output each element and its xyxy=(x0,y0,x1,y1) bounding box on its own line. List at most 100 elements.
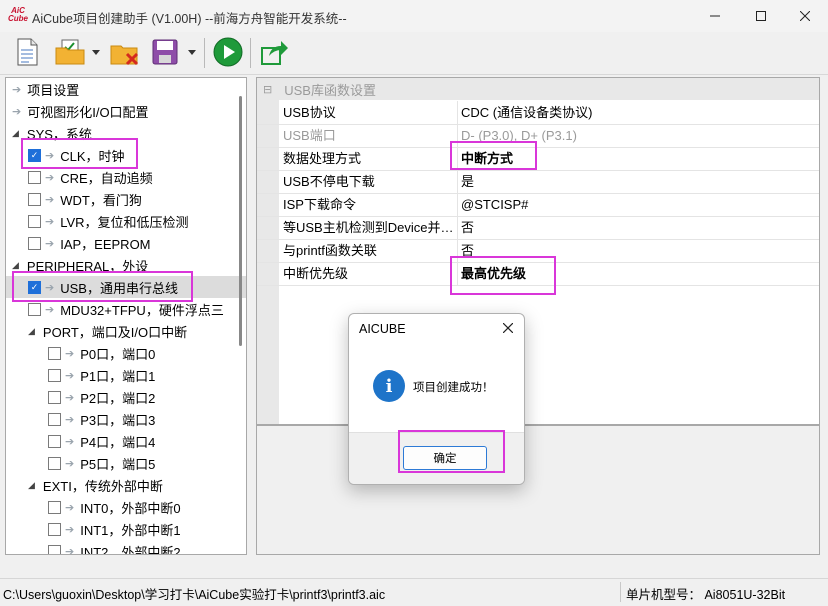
toolbar xyxy=(0,32,828,75)
close-icon xyxy=(503,323,513,333)
tree-item-label: WDT，看门狗 xyxy=(60,192,142,208)
property-name: 数据处理方式 xyxy=(279,147,458,170)
arrow-icon: ➔ xyxy=(45,237,55,250)
property-name: USB协议 xyxy=(279,101,458,124)
property-row[interactable]: 等USB主机检测到Device并… 否 xyxy=(257,216,819,240)
property-name: 中断优先级 xyxy=(279,262,458,285)
tree-item[interactable]: ➔ 项目设置 xyxy=(6,78,240,100)
info-icon: i xyxy=(373,370,405,402)
tree-scroll-thumb[interactable] xyxy=(239,96,242,346)
property-row[interactable]: USB协议 CDC (通信设备类协议) xyxy=(257,101,819,125)
arrow-icon: ➔ xyxy=(65,435,75,448)
arrow-icon: ➔ xyxy=(65,545,75,555)
close-project-icon xyxy=(110,45,139,66)
tree-item[interactable]: ➔ CRE，自动追频 xyxy=(6,166,246,188)
checkbox[interactable] xyxy=(28,302,41,316)
tree-item-label: P1口，端口1 xyxy=(80,368,156,384)
checkbox[interactable] xyxy=(48,412,61,426)
status-divider xyxy=(620,582,621,602)
tree-item[interactable]: ➔ P2口，端口2 xyxy=(6,386,246,408)
checkbox[interactable] xyxy=(48,346,61,360)
tree-item[interactable]: ➔ P4口，端口4 xyxy=(6,430,246,452)
new-project-button[interactable] xyxy=(10,36,44,68)
dialog-message: 项目创建成功！ xyxy=(413,382,494,394)
chevron-down-icon xyxy=(188,49,196,55)
property-name: USB不停电下载 xyxy=(279,170,458,193)
property-value[interactable]: 否 xyxy=(457,216,474,239)
save-icon xyxy=(152,39,178,65)
property-value[interactable]: CDC (通信设备类协议) xyxy=(457,101,592,124)
tree-item[interactable]: ➔ P3口，端口3 xyxy=(6,408,246,430)
checkbox[interactable] xyxy=(48,390,61,404)
property-row[interactable]: ISP下载命令 @STCISP# xyxy=(257,193,819,217)
property-row[interactable]: USB端口 D- (P3.0), D+ (P3.1) xyxy=(257,124,819,148)
property-group-header[interactable]: ⊟ USB库函数设置 xyxy=(257,78,819,100)
tree-item-label: P3口，端口3 xyxy=(80,412,156,428)
run-button[interactable] xyxy=(210,36,246,68)
tree-item[interactable]: ➔ INT2，外部中断2 xyxy=(6,540,246,555)
checkbox[interactable] xyxy=(48,522,61,536)
arrow-icon: ➔ xyxy=(65,413,75,426)
checkbox[interactable] xyxy=(48,500,61,514)
property-name: ISP下载命令 xyxy=(279,193,458,216)
property-group-title: USB库函数设置 xyxy=(284,82,376,98)
property-row[interactable]: 数据处理方式 中断方式 xyxy=(257,147,819,171)
checkbox[interactable] xyxy=(28,214,41,228)
mcu-model: 单片机型号： Ai8051U-32Bit xyxy=(626,588,786,602)
arrow-icon: ➔ xyxy=(65,347,75,360)
export-button[interactable] xyxy=(256,36,292,68)
close-window-button[interactable] xyxy=(782,0,828,32)
arrow-icon: ➔ xyxy=(65,391,75,404)
status-bar: C:\Users\guoxin\Desktop\学习打卡\AiCube实验打卡\… xyxy=(0,578,828,606)
maximize-button[interactable] xyxy=(738,0,784,32)
expand-icon[interactable]: ◢ xyxy=(28,480,35,491)
checkbox[interactable] xyxy=(28,170,41,184)
tree-item[interactable]: ➔ LVR，复位和低压检测 xyxy=(6,210,246,232)
app-logo: AiC Cube xyxy=(8,6,28,23)
highlight-box xyxy=(21,138,138,169)
save-button[interactable] xyxy=(148,36,182,68)
property-value[interactable]: @STCISP# xyxy=(457,193,528,216)
checkbox[interactable] xyxy=(48,456,61,470)
new-document-icon xyxy=(17,38,38,66)
property-value[interactable]: 是 xyxy=(457,170,474,193)
highlight-box xyxy=(450,141,537,170)
tree-item-label: P0口，端口0 xyxy=(80,346,156,362)
tree-item[interactable]: ➔ IAP，EEPROM xyxy=(6,232,246,254)
close-project-button[interactable] xyxy=(108,36,142,68)
tree-item[interactable]: ➔ P0口，端口0 xyxy=(6,342,246,364)
tree-item[interactable]: ➔ 可视图形化I/O口配置 xyxy=(6,100,240,122)
arrow-icon: ➔ xyxy=(12,105,22,118)
checkbox[interactable] xyxy=(48,368,61,382)
tree-item[interactable]: ➔ P1口，端口1 xyxy=(6,364,246,386)
checkbox[interactable] xyxy=(48,434,61,448)
arrow-icon: ➔ xyxy=(45,193,55,206)
minimize-button[interactable] xyxy=(692,0,738,32)
tree-item[interactable]: ◢ EXTI，传统外部中断 xyxy=(6,474,246,496)
tree-item-label: PORT，端口及I/O口中断 xyxy=(42,324,188,340)
checkbox[interactable] xyxy=(48,544,61,554)
maximize-icon xyxy=(756,11,766,21)
tree-item[interactable]: ➔ P5口，端口5 xyxy=(6,452,246,474)
tree-item-label: 项目设置 xyxy=(27,82,80,98)
highlight-box xyxy=(398,430,505,473)
tree-item[interactable]: ◢ PORT，端口及I/O口中断 xyxy=(6,320,246,342)
chevron-down-icon xyxy=(92,49,100,55)
save-dropdown-button[interactable] xyxy=(186,36,198,68)
tree-item[interactable]: ➔ WDT，看门狗 xyxy=(6,188,246,210)
property-row[interactable]: USB不停电下载是 xyxy=(257,170,819,194)
property-name: USB端口 xyxy=(279,124,458,147)
dialog-close-button[interactable] xyxy=(497,317,519,339)
open-dropdown-button[interactable] xyxy=(90,36,102,68)
checkbox[interactable] xyxy=(28,236,41,250)
tree-scrollbar[interactable] xyxy=(236,78,246,554)
tree-item[interactable]: ➔ INT1，外部中断1 xyxy=(6,518,246,540)
property-name: 等USB主机检测到Device并… xyxy=(279,216,458,239)
expand-icon[interactable]: ◢ xyxy=(28,326,35,337)
checkbox[interactable] xyxy=(28,192,41,206)
expand-icon[interactable]: ◢ xyxy=(12,260,19,271)
open-project-button[interactable] xyxy=(52,36,88,68)
highlight-box xyxy=(12,271,193,302)
expand-icon[interactable]: ◢ xyxy=(12,128,19,139)
tree-item[interactable]: ➔ INT0，外部中断0 xyxy=(6,496,246,518)
